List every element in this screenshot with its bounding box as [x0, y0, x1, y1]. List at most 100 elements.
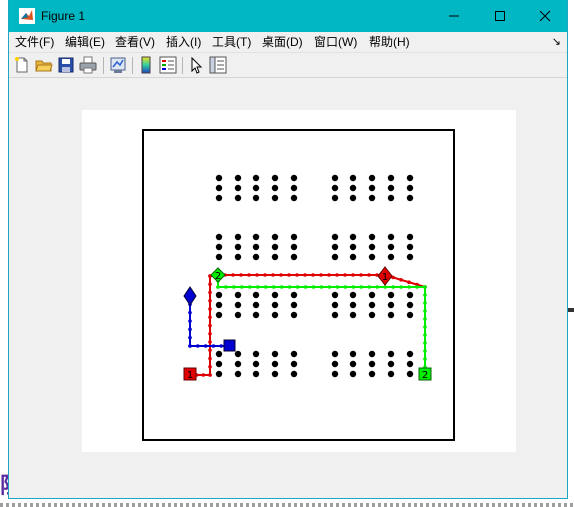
green-route-point: [271, 285, 276, 289]
grid-dot: [271, 370, 279, 378]
insert-colorbar-icon[interactable]: [137, 56, 155, 74]
red-route-point: [279, 273, 283, 277]
menu-tools[interactable]: 工具(T): [212, 34, 251, 50]
maximize-button[interactable]: [477, 0, 523, 32]
menu-edit[interactable]: 编辑(E): [65, 34, 105, 50]
property-inspector-icon[interactable]: [209, 56, 227, 74]
red-route-point: [208, 356, 212, 361]
grid-dot: [331, 291, 339, 299]
grid-dot: [290, 184, 298, 192]
red-route-point: [208, 323, 212, 328]
grid-dot: [234, 291, 242, 299]
red-route-point: [311, 273, 315, 277]
print-icon[interactable]: [79, 56, 97, 74]
grid-dot: [368, 253, 376, 261]
grid-dot: [252, 350, 260, 358]
green-route-point: [343, 285, 348, 289]
grid-dot: [387, 194, 395, 202]
toolbar-separator: [182, 57, 183, 74]
red-route-point: [208, 373, 212, 377]
red-route-point: [208, 348, 212, 353]
menu-desktop[interactable]: 桌面(D): [262, 34, 303, 50]
grid-dot: [406, 243, 414, 251]
red-route-point: [231, 273, 235, 277]
green-route-point: [359, 285, 364, 289]
grid-dot: [215, 301, 223, 309]
grid-dot: [271, 360, 279, 368]
link-plot-icon[interactable]: [109, 56, 127, 74]
grid-dot: [368, 174, 376, 182]
grid-dot: [331, 253, 339, 261]
green-route-point: [415, 285, 419, 289]
blue-route-point: [203, 344, 208, 348]
blue-route-point: [188, 335, 192, 340]
red-route-point: [208, 331, 212, 336]
green-route-point: [263, 285, 268, 289]
blue-route-point: [211, 344, 216, 348]
grid-dot: [215, 194, 223, 202]
grid-dot: [252, 301, 260, 309]
grid-dot: [349, 174, 357, 182]
grid-dot: [234, 311, 242, 319]
green-route-point: [375, 285, 380, 289]
insert-legend-icon[interactable]: [159, 56, 177, 74]
menu-bar: 文件(F) 编辑(E) 查看(V) 插入(I) 工具(T) 桌面(D) 窗口(W…: [9, 32, 567, 52]
figure-canvas[interactable]: 1 1 2 2: [82, 110, 516, 452]
grid-dot: [349, 360, 357, 368]
green-route-point: [279, 285, 284, 289]
menu-help[interactable]: 帮助(H): [369, 34, 410, 50]
menu-file[interactable]: 文件(F): [15, 34, 54, 50]
green-end-label: 2: [422, 370, 428, 381]
red-route-point: [247, 273, 251, 277]
grid-dot: [331, 233, 339, 241]
grid-dot: [368, 194, 376, 202]
red-route-point: [335, 273, 339, 277]
menu-insert[interactable]: 插入(I): [166, 34, 201, 50]
save-icon[interactable]: [57, 56, 75, 74]
minimize-button[interactable]: [431, 0, 477, 32]
grid-dot: [349, 243, 357, 251]
grid-dot: [387, 370, 395, 378]
red-route-point: [208, 290, 212, 295]
red-route-point: [239, 273, 243, 277]
red-route-point: [367, 273, 371, 277]
green-route-point: [232, 285, 236, 289]
green-route-point: [256, 285, 260, 289]
grid-dot: [387, 291, 395, 299]
new-figure-icon[interactable]: [13, 56, 31, 74]
red-route-point: [263, 273, 267, 277]
grid-dot: [406, 174, 414, 182]
grid-dot: [290, 233, 298, 241]
grid-dot: [271, 311, 279, 319]
red-route-point: [208, 298, 212, 303]
grid-dot: [387, 253, 395, 261]
grid-dot: [271, 233, 279, 241]
close-icon: [539, 10, 551, 22]
grid-dot: [215, 243, 223, 251]
dock-arrow-icon[interactable]: ↘: [552, 35, 561, 48]
grid-dot: [349, 370, 357, 378]
menu-view[interactable]: 查看(V): [115, 34, 155, 50]
grid-dot: [368, 301, 376, 309]
menu-window[interactable]: 窗口(W): [314, 34, 357, 50]
open-file-icon[interactable]: [35, 56, 53, 74]
green-route-point: [423, 325, 427, 329]
grid-dot: [331, 360, 339, 368]
close-button[interactable]: [522, 0, 568, 32]
grid-dot: [406, 301, 414, 309]
grid-dot: [290, 174, 298, 182]
grid-dot: [271, 350, 279, 358]
grid-dot: [215, 311, 223, 319]
grid-dot: [290, 291, 298, 299]
edit-pointer-icon[interactable]: [187, 56, 205, 74]
green-route-point: [391, 285, 395, 289]
red-route-point: [407, 280, 411, 284]
grid-dot: [406, 233, 414, 241]
green-route-point: [383, 285, 387, 289]
title-bar[interactable]: Figure 1: [9, 0, 567, 32]
green-route-point: [423, 333, 427, 337]
grid-dot: [290, 253, 298, 261]
grid-dot: [271, 184, 279, 192]
grid-dot: [234, 301, 242, 309]
grid-dot: [234, 233, 242, 241]
